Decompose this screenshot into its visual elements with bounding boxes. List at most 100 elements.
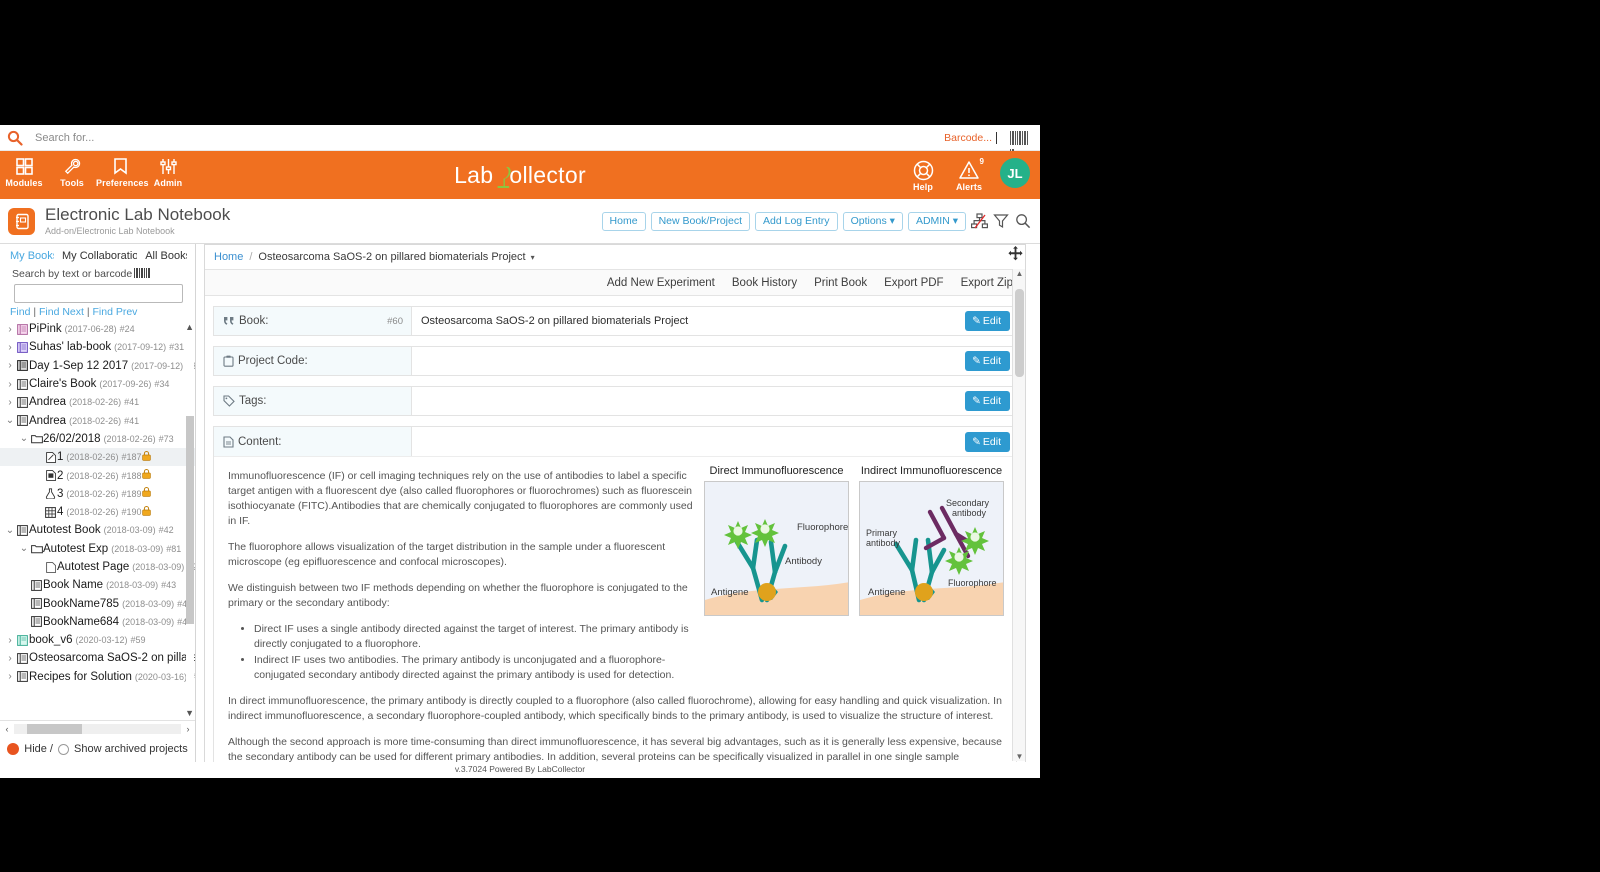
search-input[interactable]: Search for... — [35, 132, 94, 144]
sidebar-search-input[interactable] — [14, 284, 183, 303]
tree-item-date: (2018-02-26) — [66, 470, 119, 481]
barcode-icon[interactable] — [134, 268, 151, 280]
tree-item[interactable]: › Osteosarcoma SaOS-2 on pillare — [0, 649, 195, 667]
tree-item[interactable]: ⌄ Autotest Book (2018-03-09) #42 — [0, 521, 195, 539]
tree-item-date: (2017-09-12) — [114, 342, 167, 353]
tree-item[interactable]: ›2(2018-02-26)#188 — [0, 466, 195, 484]
figure-titles: Direct Immunofluorescence Indirect Immun… — [704, 465, 1004, 477]
scroll-left-arrow[interactable]: ‹ — [2, 724, 12, 734]
book-history-button[interactable]: Book History — [732, 277, 797, 289]
tree-item[interactable]: › PiPink (2017-06-28) #24 — [0, 320, 195, 338]
page-subtitle: Add-on/Electronic Lab Notebook — [45, 226, 175, 236]
options-dropdown[interactable]: Options ▾ — [842, 211, 903, 231]
edit-tags-button[interactable]: ✎ Edit — [965, 391, 1010, 411]
tab-my-books[interactable]: My Books — [10, 250, 54, 262]
scroll-up-arrow[interactable]: ▲ — [1013, 269, 1025, 278]
tree-item[interactable]: ›Autotest Page(2018-03-09)#2 — [0, 558, 195, 576]
edit-content-button[interactable]: ✎ Edit — [965, 431, 1010, 452]
tab-my-collaboration[interactable]: My Collaboration — [62, 250, 137, 262]
nav-modules[interactable]: Modules — [0, 155, 48, 188]
chevron-down-icon[interactable]: ⌄ — [4, 415, 16, 426]
chevron-down-icon[interactable]: ⌄ — [18, 543, 30, 554]
find-next-link[interactable]: Find Next — [39, 306, 84, 318]
barcode-label[interactable]: Barcode... — [944, 132, 992, 144]
nav-admin[interactable]: Admin — [144, 155, 192, 188]
export-zip-button[interactable]: Export Zip — [961, 277, 1013, 289]
chevron-down-icon[interactable]: ⌄ — [4, 525, 16, 536]
options-label: Options — [850, 215, 887, 227]
scroll-right-arrow[interactable]: › — [183, 724, 193, 734]
chevron-right-icon[interactable]: › — [4, 342, 16, 353]
edit-content-label: Edit — [982, 435, 1001, 448]
tree-item[interactable]: ›BookName684(2018-03-09)#45 — [0, 613, 195, 631]
chevron-right-icon[interactable]: › — [4, 653, 16, 664]
chevron-down-icon[interactable]: ▾ — [531, 253, 535, 262]
sidebar-horizontal-scrollbar[interactable]: ‹ › — [0, 720, 195, 736]
tag-icon — [223, 395, 235, 407]
edit-project-code-button[interactable]: ✎ Edit — [965, 351, 1010, 371]
tree-item[interactable]: ⌄ Autotest Exp (2018-03-09) #81 — [0, 540, 195, 558]
tree-item[interactable]: ›BookName785(2018-03-09)#44 — [0, 594, 195, 612]
tree-item[interactable]: ›Day 1-Sep 12 2017(2017-09-12)#32 — [0, 357, 195, 375]
add-log-entry-button[interactable]: Add Log Entry — [755, 211, 838, 231]
content-bullet-2: Indirect IF uses two antibodies. The pri… — [254, 653, 708, 683]
tree-item[interactable]: ›Recipes for Solution(2020-03-16)# — [0, 668, 195, 686]
quote-icon — [223, 316, 235, 327]
svg-text:Secondary: Secondary — [946, 498, 990, 508]
chevron-right-icon[interactable]: › — [4, 635, 16, 646]
tree-item[interactable]: ⌄ Andrea (2018-02-26) #41 — [0, 411, 195, 429]
home-button[interactable]: Home — [601, 211, 646, 231]
filter-icon[interactable] — [993, 213, 1010, 230]
nav-tools[interactable]: Tools — [48, 155, 96, 188]
nav-alerts[interactable]: 9 Alerts — [946, 157, 992, 192]
tree-item[interactable]: › book_v6 (2020-03-12) #59 — [0, 631, 195, 649]
archived-toggle[interactable]: Hide / Show archived projects — [0, 743, 195, 755]
find-link[interactable]: Find — [10, 306, 30, 318]
tree-item[interactable]: › Andrea (2018-02-26) #41 — [0, 393, 195, 411]
microscope-icon — [493, 165, 511, 188]
barcode-icon[interactable] — [1010, 130, 1030, 163]
chevron-right-icon[interactable]: › — [4, 379, 16, 390]
breadcrumb-home[interactable]: Home — [214, 251, 243, 263]
tree-item[interactable]: › Suhas' lab-book (2017-09-12) #31 — [0, 338, 195, 356]
avatar[interactable]: JL — [1000, 158, 1030, 188]
tab-all-books[interactable]: All Books — [145, 250, 187, 262]
share-tree-disabled-icon[interactable] — [971, 212, 988, 230]
print-book-button[interactable]: Print Book — [814, 277, 867, 289]
fluorophore-star-1 — [724, 521, 752, 549]
tree-item[interactable]: ›1(2018-02-26)#187 — [0, 448, 195, 467]
tree-item-name: Book Name — [43, 579, 104, 592]
chevron-right-icon[interactable]: › — [4, 397, 16, 408]
find-prev-link[interactable]: Find Prev — [93, 306, 138, 318]
sidebar-vertical-scrollbar[interactable]: ▲ ▼ — [185, 320, 194, 720]
tree-item[interactable]: ›4(2018-02-26)#190 — [0, 503, 195, 521]
tree-item-date: (2018-03-09) — [111, 543, 164, 554]
hide-archived-radio[interactable] — [7, 743, 20, 755]
add-new-experiment-button[interactable]: Add New Experiment — [607, 277, 715, 289]
chevron-down-icon[interactable]: ⌄ — [18, 433, 30, 444]
move-handle-icon[interactable] — [1008, 246, 1024, 262]
show-archived-radio[interactable] — [58, 743, 69, 755]
chevron-right-icon[interactable]: › — [4, 324, 16, 335]
chevron-right-icon[interactable]: › — [4, 671, 16, 682]
new-book-project-button[interactable]: New Book/Project — [650, 211, 751, 231]
tree-item[interactable]: ›Book Name(2018-03-09)#43 — [0, 576, 195, 594]
tree-item[interactable]: ›3(2018-02-26)#189 — [0, 485, 195, 503]
main-vertical-scrollbar[interactable]: ▲ ▼ — [1012, 269, 1025, 761]
tree-item[interactable]: ⌄ 26/02/2018 (2018-02-26) #73 — [0, 430, 195, 448]
content-label: Content: — [238, 435, 282, 448]
tree-item-date: (2018-02-26) — [66, 507, 119, 518]
tree-item[interactable]: › Claire's Book (2017-09-26) #34 — [0, 375, 195, 393]
search-icon[interactable] — [1015, 213, 1032, 230]
lock-icon — [142, 450, 152, 464]
export-pdf-button[interactable]: Export PDF — [884, 277, 943, 289]
scroll-down-arrow[interactable]: ▼ — [1013, 752, 1025, 761]
nav-preferences[interactable]: Preferences — [96, 155, 149, 188]
nav-help[interactable]: Help — [900, 159, 946, 192]
books-tree[interactable]: › PiPink (2017-06-28) #24 › Suhas' lab-book (2… — [0, 320, 195, 720]
chevron-right-icon[interactable]: › — [4, 360, 16, 371]
admin-dropdown[interactable]: ADMIN ▾ — [907, 211, 966, 231]
admin-label: ADMIN — [915, 215, 950, 227]
edit-book-button[interactable]: ✎ Edit — [965, 311, 1010, 331]
tree-item-id: #189 — [121, 488, 142, 499]
